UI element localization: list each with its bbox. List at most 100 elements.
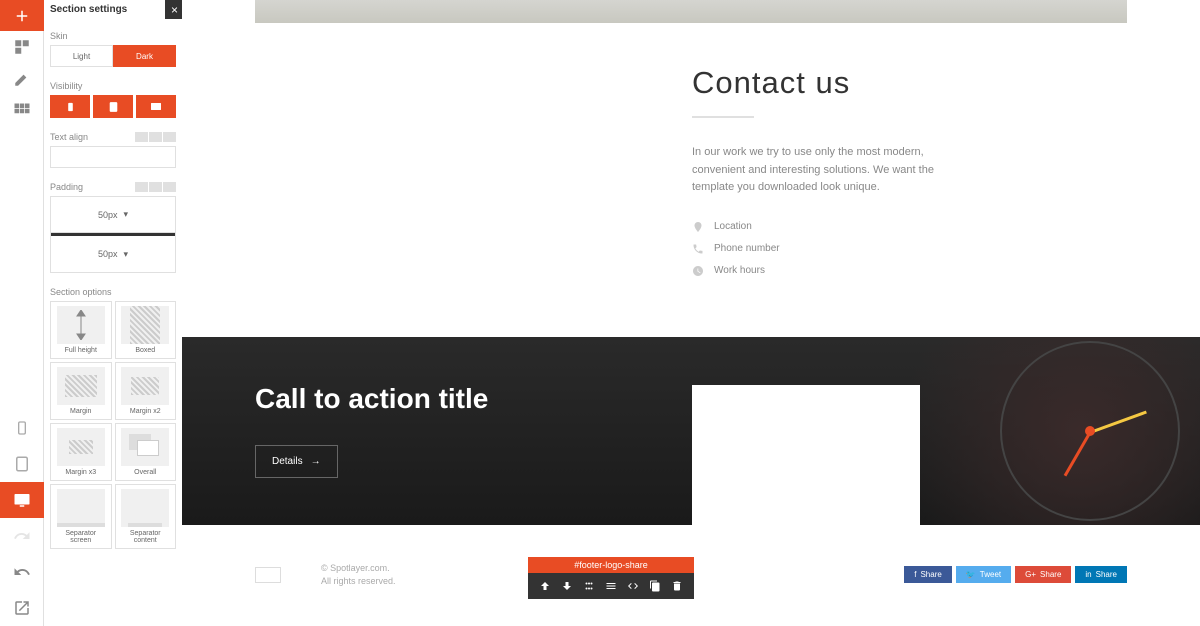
panel-header: Section settings ×: [44, 0, 182, 19]
padding-link3[interactable]: [163, 182, 176, 192]
skin-light-button[interactable]: Light: [50, 45, 113, 67]
cta-content: Call to action title Details →: [255, 383, 488, 478]
option-label: Boxed: [135, 347, 155, 354]
layout-tool[interactable]: [0, 31, 44, 63]
option-marginx2[interactable]: Margin x2: [115, 362, 177, 420]
visibility-tablet[interactable]: [93, 95, 133, 118]
marginx3-preview: [57, 428, 105, 466]
margin-preview: [57, 367, 105, 405]
option-boxed[interactable]: Boxed: [115, 301, 177, 359]
align-right[interactable]: [163, 132, 176, 142]
boxed-preview: [121, 306, 169, 344]
option-label: Separator content: [120, 530, 172, 544]
cta-placeholder-box[interactable]: [692, 385, 920, 525]
sepcontent-preview: [121, 489, 169, 527]
drag-handle[interactable]: [578, 577, 600, 595]
desktop-preview[interactable]: [0, 482, 44, 518]
option-fullheight[interactable]: Full height: [50, 301, 112, 359]
phone-icon: [692, 243, 704, 255]
chevron-down-icon: ▾: [124, 209, 129, 220]
section-options-label: Section options: [50, 287, 176, 297]
clock-icon: [692, 265, 704, 277]
option-margin[interactable]: Margin: [50, 362, 112, 420]
close-icon[interactable]: ×: [165, 0, 182, 19]
redo-button[interactable]: [0, 518, 44, 554]
skin-toggle: Light Dark: [50, 45, 176, 67]
googleplus-icon: G+: [1025, 570, 1036, 579]
cta-title: Call to action title: [255, 383, 488, 415]
contact-divider: [692, 116, 754, 118]
delete-button[interactable]: [666, 577, 688, 595]
option-label: Margin x3: [65, 469, 96, 476]
copy-button[interactable]: [644, 577, 666, 595]
padding-bottom-value: 50px: [98, 249, 118, 259]
mobile-preview[interactable]: [0, 410, 44, 446]
selector-label: #footer-logo-share: [528, 557, 694, 573]
contact-info: Location Phone number Work hours: [692, 221, 1127, 277]
panel-title: Section settings: [50, 4, 127, 15]
option-overall[interactable]: Overall: [115, 423, 177, 481]
cta-section[interactable]: Call to action title Details →: [182, 337, 1200, 525]
option-label: Full height: [65, 347, 97, 354]
tablet-preview[interactable]: [0, 446, 44, 482]
share-linkedin[interactable]: inShare: [1075, 566, 1127, 583]
add-button[interactable]: [0, 0, 44, 31]
align-left[interactable]: [135, 132, 148, 142]
location-text: Location: [714, 221, 752, 232]
undo-button[interactable]: [0, 554, 44, 590]
share-facebook[interactable]: fShare: [904, 566, 952, 583]
padding-link1[interactable]: [135, 182, 148, 192]
padding-box: 50px ▾ 50px ▾: [50, 196, 176, 273]
fullheight-preview: [57, 306, 105, 344]
hero-section[interactable]: [255, 0, 1127, 23]
move-down-button[interactable]: [556, 577, 578, 595]
visibility-label: Visibility: [50, 81, 176, 91]
panel-content: Skin Light Dark Visibility Text align: [44, 19, 182, 561]
settings-button[interactable]: [600, 577, 622, 595]
skin-dark-button[interactable]: Dark: [113, 45, 176, 67]
left-toolbar: [0, 0, 44, 626]
copy-line2: All rights reserved.: [321, 575, 396, 588]
selector-toolbar: [528, 573, 694, 599]
marginx2-preview: [121, 367, 169, 405]
option-label: Margin: [70, 408, 91, 415]
padding-top-select[interactable]: 50px ▾: [51, 197, 175, 233]
element-selector: #footer-logo-share: [528, 557, 694, 599]
option-label: Separator screen: [55, 530, 107, 544]
skin-label: Skin: [50, 31, 176, 41]
arrow-right-icon: →: [311, 456, 321, 467]
option-label: Overall: [134, 469, 156, 476]
textalign-input[interactable]: [50, 146, 176, 168]
canvas: Contact us In our work we try to use onl…: [182, 0, 1200, 626]
option-marginx3[interactable]: Margin x3: [50, 423, 112, 481]
visibility-mobile[interactable]: [50, 95, 90, 118]
padding-link-buttons: [135, 182, 176, 192]
sepscreen-preview: [57, 489, 105, 527]
contact-section[interactable]: Contact us In our work we try to use onl…: [182, 23, 1200, 337]
overall-preview: [121, 428, 169, 466]
padding-label: Padding: [50, 182, 83, 192]
share-twitter[interactable]: 🐦Tweet: [956, 566, 1011, 583]
padding-row: Padding: [50, 182, 176, 192]
visibility-desktop[interactable]: [136, 95, 176, 118]
share-googleplus[interactable]: G+Share: [1015, 566, 1071, 583]
grid-tool[interactable]: [0, 95, 44, 127]
padding-top-value: 50px: [98, 210, 118, 220]
align-center[interactable]: [149, 132, 162, 142]
edit-tool[interactable]: [0, 63, 44, 95]
option-sepscreen[interactable]: Separator screen: [50, 484, 112, 549]
twitter-icon: 🐦: [966, 570, 976, 579]
padding-link2[interactable]: [149, 182, 162, 192]
move-up-button[interactable]: [534, 577, 556, 595]
padding-bottom-select[interactable]: 50px ▾: [51, 236, 175, 272]
option-sepcontent[interactable]: Separator content: [115, 484, 177, 549]
option-label: Margin x2: [130, 408, 161, 415]
toolbar-top: [0, 0, 43, 127]
details-button[interactable]: Details →: [255, 445, 338, 478]
contact-location: Location: [692, 221, 1127, 233]
visibility-group: [50, 95, 176, 118]
open-external[interactable]: [0, 590, 44, 626]
code-button[interactable]: [622, 577, 644, 595]
copy-line1: © Spotlayer.com.: [321, 562, 396, 575]
linkedin-icon: in: [1085, 570, 1091, 579]
